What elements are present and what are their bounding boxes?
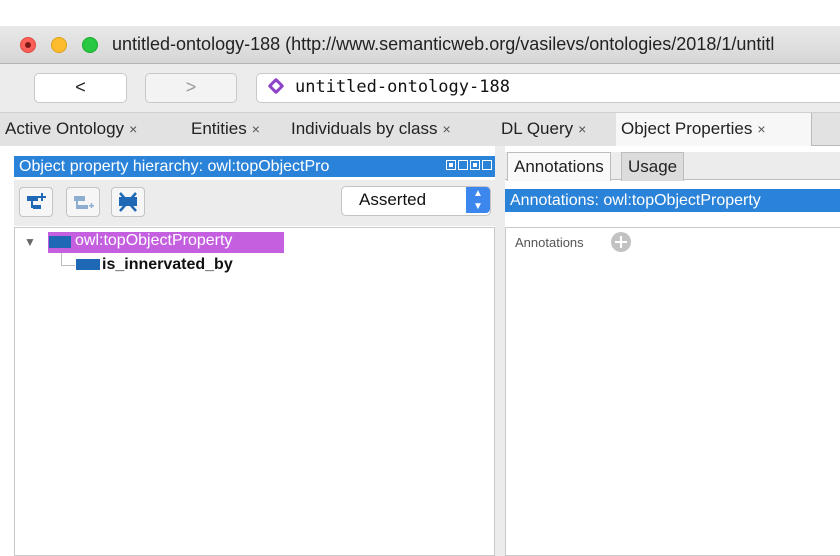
tab-close-icon[interactable]: × bbox=[129, 121, 137, 137]
ontology-selector[interactable]: untitled-ontology-188 bbox=[256, 73, 840, 103]
delete-property-icon bbox=[119, 192, 137, 212]
tab-active-ontology[interactable]: Active Ontology × bbox=[0, 113, 192, 146]
view-controls bbox=[446, 160, 492, 170]
window-title-bar: untitled-ontology-188 (http://www.semant… bbox=[0, 26, 840, 64]
ontology-diamond-icon bbox=[267, 77, 285, 95]
tree-node-top-object-property[interactable]: owl:topObjectProperty bbox=[48, 232, 284, 253]
add-sub-property-button[interactable] bbox=[19, 187, 53, 217]
tab-close-icon[interactable]: × bbox=[757, 121, 765, 137]
view-mode-select[interactable]: Asserted ▲ ▼ bbox=[341, 186, 491, 216]
object-property-icon bbox=[49, 236, 71, 248]
annotations-header: Annotations: owl:topObjectProperty bbox=[505, 189, 840, 212]
property-hierarchy-tree: ▼ owl:topObjectProperty is_innervated_by bbox=[14, 227, 495, 556]
tab-label: Entities bbox=[191, 119, 247, 138]
tab-usage[interactable]: Usage bbox=[621, 152, 685, 181]
split-view-icon[interactable] bbox=[458, 160, 468, 170]
tree-node-label: owl:topObjectProperty bbox=[75, 232, 233, 249]
back-button[interactable]: < bbox=[34, 73, 127, 103]
tab-bar: Active Ontology × Entities × Individuals b… bbox=[0, 113, 840, 146]
tree-node-is-innervated-by[interactable]: is_innervated_by bbox=[102, 256, 233, 274]
right-panel-tabs: Annotations Usage bbox=[505, 152, 840, 181]
annotations-label: Annotations bbox=[515, 235, 584, 250]
close-window-button[interactable] bbox=[20, 37, 36, 53]
add-sibling-property-button[interactable] bbox=[66, 187, 100, 217]
object-property-hierarchy-header: Object property hierarchy: owl:topObject… bbox=[14, 156, 495, 177]
pin-view-icon[interactable] bbox=[446, 160, 456, 170]
navigation-bar: < > untitled-ontology-188 bbox=[0, 64, 840, 113]
tab-label: Active Ontology bbox=[5, 119, 125, 138]
tab-object-properties[interactable]: Object Properties × bbox=[616, 113, 812, 146]
tab-close-icon[interactable]: × bbox=[578, 121, 586, 137]
chevron-updown-icon: ▲ ▼ bbox=[466, 187, 490, 213]
close-view-icon[interactable] bbox=[482, 160, 492, 170]
tab-entities[interactable]: Entities × bbox=[186, 113, 292, 146]
tab-annotations[interactable]: Annotations bbox=[507, 152, 611, 181]
delete-property-button[interactable] bbox=[111, 187, 145, 217]
zoom-window-button[interactable] bbox=[82, 37, 98, 53]
hierarchy-toolbar: Asserted ▲ ▼ bbox=[14, 180, 495, 226]
minimize-window-button[interactable] bbox=[51, 37, 67, 53]
tab-dl-query[interactable]: DL Query × bbox=[496, 113, 622, 146]
tab-close-icon[interactable]: × bbox=[252, 121, 260, 137]
tab-individuals-by-class[interactable]: Individuals by class × bbox=[286, 113, 502, 146]
add-sub-property-icon bbox=[27, 193, 46, 209]
tab-label: Object Properties bbox=[621, 119, 753, 138]
collapse-toggle-icon[interactable]: ▼ bbox=[24, 235, 36, 249]
forward-button[interactable]: > bbox=[145, 73, 237, 103]
object-property-icon bbox=[76, 259, 100, 270]
tab-label: Individuals by class bbox=[291, 119, 438, 138]
tab-label: DL Query bbox=[501, 119, 574, 138]
annotations-panel: Annotations bbox=[505, 227, 840, 556]
panel-title: Object property hierarchy: owl:topObject… bbox=[19, 158, 330, 175]
tree-connector bbox=[61, 265, 75, 266]
split-pane-divider[interactable] bbox=[495, 146, 505, 556]
view-mode-value: Asserted bbox=[359, 190, 427, 209]
window-title: untitled-ontology-188 (http://www.semant… bbox=[112, 34, 775, 54]
ontology-name: untitled-ontology-188 bbox=[295, 77, 510, 97]
add-sibling-property-icon bbox=[74, 196, 94, 209]
tab-close-icon[interactable]: × bbox=[442, 121, 450, 137]
add-annotation-icon[interactable] bbox=[611, 232, 631, 252]
float-view-icon[interactable] bbox=[470, 160, 480, 170]
